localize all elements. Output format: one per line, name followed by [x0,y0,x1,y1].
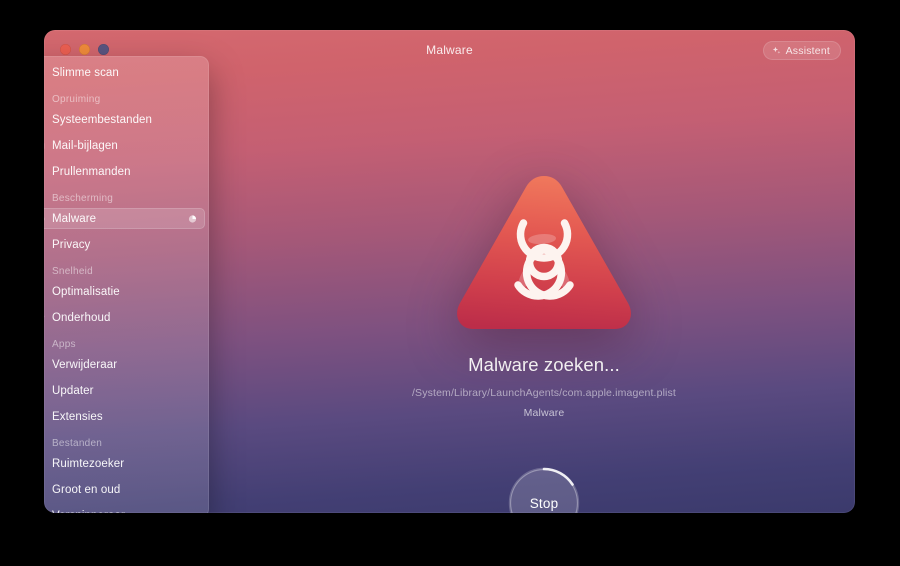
sidebar-item-optimalisatie[interactable]: Optimalisatie [44,281,205,302]
sidebar: Slimme scan Opruiming Systeembestanden Mail… [44,56,209,513]
assistant-label: Assistent [785,44,830,57]
sidebar-item-extensies[interactable]: Extensies [44,406,205,427]
sidebar-item-label: Privacy [52,238,91,251]
main-content: Malware zoeken... /System/Library/Launch… [233,72,855,513]
sidebar-section-label: Snelheid [52,266,93,277]
sidebar-item-groot-en-oud[interactable]: Groot en oud [44,479,205,500]
sidebar-item-label: Onderhoud [52,311,111,324]
app-window: Malware Assistent Malware zoeken... /Sys… [44,30,855,513]
shredder-icon [44,509,45,513]
screenshot-stage: Malware Assistent Malware zoeken... /Sys… [0,0,900,566]
sidebar-item-onderhoud[interactable]: Onderhoud [44,307,205,328]
sidebar-item-versnipperaar[interactable]: Versnipperaar [44,505,205,513]
extensions-icon [44,409,45,424]
sidebar-section-label: Bestanden [52,438,103,449]
sidebar-item-mail-bijlagen[interactable]: Mail-bijlagen [44,135,205,156]
large-old-files-icon [44,482,45,497]
scan-category: Malware [523,407,565,419]
updater-icon [44,383,45,398]
stop-button-label: Stop [529,495,559,511]
biohazard-triangle-icon [452,172,636,334]
sidebar-section-label: Apps [52,339,76,350]
sliders-icon [44,284,45,299]
assistant-sparkle-icon [772,46,780,54]
sidebar-item-slimme-scan[interactable]: Slimme scan [44,62,205,83]
space-lens-icon [44,456,45,471]
mail-icon [44,140,45,151]
sidebar-nav: Slimme scan Opruiming Systeembestanden Mail… [44,62,209,513]
sidebar-item-label: Systeembestanden [52,113,153,126]
smart-scan-icon [44,67,45,80]
sidebar-section-label: Bescherming [52,193,114,204]
uninstaller-icon [44,358,45,370]
sidebar-item-label: Verwijderaar [52,358,118,371]
sidebar-item-verwijderaar[interactable]: Verwijderaar [44,354,205,375]
wrench-icon [44,311,45,325]
sidebar-item-ruimtezoeker[interactable]: Ruimtezoeker [44,453,205,474]
sidebar-item-label: Versnipperaar [52,510,125,514]
scan-activity-indicator [188,214,197,223]
window-title: Malware [426,43,473,57]
sidebar-item-prullenmanden[interactable]: Prullenmanden [44,161,205,182]
trash-icon [44,164,45,179]
sidebar-item-malware[interactable]: Malware [44,208,205,229]
sidebar-item-label: Updater [52,384,94,397]
biohazard-icon [44,211,45,226]
sidebar-item-label: Extensies [52,410,103,423]
scan-current-path: /System/Library/LaunchAgents/com.apple.i… [411,387,676,399]
stop-button-wrap: Stop [506,465,582,513]
sidebar-item-label: Malware [52,212,97,225]
sidebar-section-label: Opruiming [52,94,101,105]
sidebar-item-label: Mail-bijlagen [52,139,118,152]
sidebar-item-privacy[interactable]: Privacy [44,234,205,255]
sidebar-item-systeembestanden[interactable]: Systeembestanden [44,109,205,130]
sidebar-item-label: Ruimtezoeker [52,457,125,470]
scan-title: Malware zoeken... [468,354,620,375]
sidebar-item-label: Optimalisatie [52,285,120,298]
sidebar-item-label: Slimme scan [52,66,119,79]
sidebar-item-updater[interactable]: Updater [44,380,205,401]
assistant-button[interactable]: Assistent [762,41,841,60]
hand-privacy-icon [44,237,45,252]
system-junk-icon [44,112,45,127]
sidebar-item-label: Groot en oud [52,483,121,496]
sidebar-item-label: Prullenmanden [52,165,131,178]
